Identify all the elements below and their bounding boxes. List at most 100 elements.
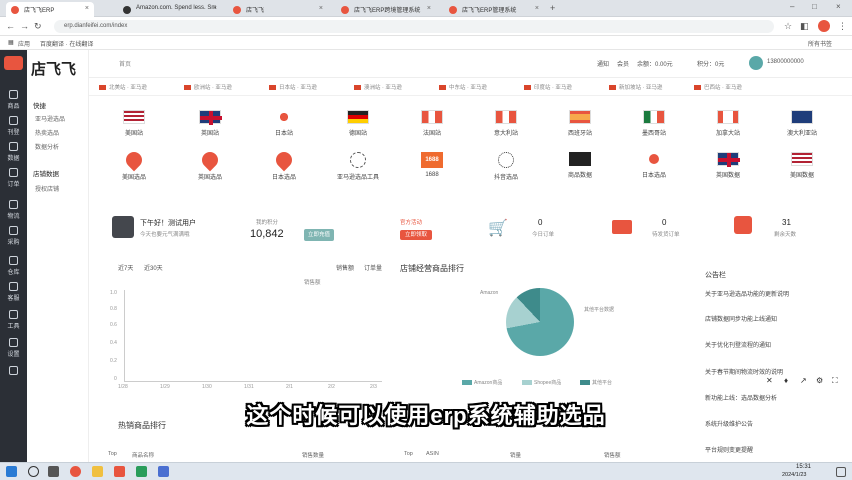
mx-flag-icon xyxy=(643,110,665,124)
header-link[interactable]: 通知 xyxy=(597,59,609,68)
strip-item[interactable]: 北美站 · 亚马逊 xyxy=(99,83,147,91)
announcement-item[interactable]: 平台规则变更提醒 xyxy=(705,445,753,454)
strip-item[interactable]: 新加坡站 · 亚马逊 xyxy=(609,83,662,91)
marketplace-uk[interactable]: 英国站 xyxy=(180,110,240,137)
app-icon[interactable] xyxy=(136,466,147,477)
chart-option[interactable]: 订单量 xyxy=(364,263,382,272)
username[interactable]: 13800000000 xyxy=(767,59,804,65)
close-window-icon[interactable]: × xyxy=(836,2,841,11)
strip-item[interactable]: 日本站 · 亚马逊 xyxy=(269,83,317,91)
marketplace-de[interactable]: 德国站 xyxy=(328,110,388,137)
sidebar-item-extra[interactable]: 设置 xyxy=(0,366,27,386)
tool-item[interactable]: 抖音选品 xyxy=(476,152,536,181)
sidebar-item-logistics[interactable]: 物流 xyxy=(0,200,27,220)
close-tab-icon[interactable]: × xyxy=(319,5,323,12)
menu-dots-icon[interactable]: ⋮ xyxy=(838,21,847,32)
browser-tab[interactable]: 店飞飞ERP跨境管理系统 × xyxy=(336,2,436,17)
star-icon[interactable]: ☆ xyxy=(784,21,792,32)
sidebar-item-warehouse[interactable]: 仓库 xyxy=(0,256,27,276)
pin-icon[interactable]: ♦ xyxy=(784,376,788,385)
browser-tab[interactable]: Amazon.com. Spend less. Sm × xyxy=(118,2,222,17)
close-tab-icon[interactable]: × xyxy=(85,5,89,12)
marketplace-fr[interactable]: 法国站 xyxy=(402,110,462,137)
sidebar-item-purchase[interactable]: 采购 xyxy=(0,226,27,246)
announcement-item[interactable]: 店铺数据同步功能上线通知 xyxy=(705,314,777,323)
tool-item[interactable]: 美国数据 xyxy=(772,152,832,179)
folder-icon[interactable] xyxy=(92,466,103,477)
avatar[interactable] xyxy=(749,56,763,70)
app-icon[interactable] xyxy=(114,466,125,477)
announcement-item[interactable]: 关于亚马逊选品功能的更新说明 xyxy=(705,289,789,298)
profile-avatar[interactable] xyxy=(818,20,830,32)
promo-button[interactable]: 立即领取 xyxy=(400,230,432,240)
reload-icon[interactable]: ↻ xyxy=(34,21,42,32)
tool-item[interactable]: 商品数据 xyxy=(550,152,610,179)
announcement-item[interactable]: 关于春节期间物流时效的说明 xyxy=(705,367,783,376)
back-icon[interactable]: ← xyxy=(6,21,15,31)
notification-icon[interactable] xyxy=(836,467,846,477)
sidebar-item-data[interactable]: 数据 xyxy=(0,142,27,162)
maximize-icon[interactable]: □ xyxy=(812,2,817,11)
marketplace-es[interactable]: 西班牙站 xyxy=(550,110,610,137)
subnav-item[interactable]: 授权店铺 xyxy=(35,184,59,193)
bookmark-item[interactable]: 百度翻译 · 在线翻译 xyxy=(40,39,93,48)
points-text: 积分：0元 xyxy=(697,62,725,68)
tool-item[interactable]: 英国数据 xyxy=(698,152,758,179)
forward-icon[interactable]: → xyxy=(20,21,29,31)
marketplace-mx[interactable]: 墨西哥站 xyxy=(624,110,684,137)
settings-icon[interactable]: ⚙ xyxy=(816,376,823,385)
chart-option[interactable]: 销售额 xyxy=(336,263,354,272)
strip-item[interactable]: 中东站 · 亚马逊 xyxy=(439,83,487,91)
announcement-item[interactable]: 关于优化刊登流程的通知 xyxy=(705,340,771,349)
app-icon[interactable] xyxy=(158,466,169,477)
extensions-icon[interactable]: ◧ xyxy=(800,21,809,32)
chart-tab[interactable]: 近30天 xyxy=(144,263,163,272)
url-field[interactable]: erp.dianfeifei.com/index xyxy=(54,20,774,33)
close-tab-icon[interactable]: × xyxy=(535,5,539,12)
all-bookmarks[interactable]: 所有书签 xyxy=(808,39,832,48)
strip-item[interactable]: 印度站 · 亚马逊 xyxy=(524,83,572,91)
browser-tab[interactable]: 店飞飞ERP管理系统 × xyxy=(444,2,544,17)
translate-icon[interactable]: ✕ xyxy=(766,376,773,385)
strip-item[interactable]: 欧洲站 · 亚马逊 xyxy=(184,83,232,91)
search-icon[interactable] xyxy=(28,466,39,477)
sidebar-item-tools[interactable]: 工具 xyxy=(0,310,27,330)
browser-tab[interactable]: 店飞飞 × xyxy=(228,2,328,17)
sidebar-item-listing[interactable]: 刊登 xyxy=(0,116,27,136)
bookmark-item[interactable]: 应用 xyxy=(18,39,30,48)
sidebar-item-orders[interactable]: 订单 xyxy=(0,168,27,188)
close-tab-icon[interactable]: × xyxy=(213,5,217,12)
browser-icon[interactable] xyxy=(70,466,81,477)
browser-tab[interactable]: 店飞飞ERP × xyxy=(6,2,94,17)
chart-tab[interactable]: 近7天 xyxy=(118,263,133,272)
start-icon[interactable] xyxy=(6,466,17,477)
minimize-icon[interactable]: – xyxy=(790,2,794,11)
subnav-item[interactable]: 亚马逊选品 xyxy=(35,114,65,123)
tool-item[interactable]: 美国选品 xyxy=(104,148,164,181)
new-tab-button[interactable]: + xyxy=(550,3,555,13)
subnav-item[interactable]: 数据分析 xyxy=(35,142,59,151)
apps-icon[interactable]: ▦ xyxy=(8,39,14,46)
marketplace-ca[interactable]: 加拿大站 xyxy=(698,110,758,137)
tool-item[interactable]: 亚马逊选品工具 xyxy=(328,152,388,181)
marketplace-us[interactable]: 美国站 xyxy=(104,110,164,137)
task-view-icon[interactable] xyxy=(48,466,59,477)
tool-item[interactable]: 日本选品 xyxy=(624,152,684,179)
tool-item[interactable]: 日本选品 xyxy=(254,148,314,181)
marketplace-it[interactable]: 意大利站 xyxy=(476,110,536,137)
tool-item[interactable]: 英国选品 xyxy=(180,148,240,181)
recharge-button[interactable]: 立即充值 xyxy=(304,229,334,241)
sidebar-item-settings[interactable]: 设置 xyxy=(0,338,27,358)
subnav-item[interactable]: 热卖选品 xyxy=(35,128,59,137)
sidebar-item-service[interactable]: 客服 xyxy=(0,282,27,302)
fullscreen-icon[interactable]: ⛶ xyxy=(832,376,838,386)
header-link[interactable]: 会员 xyxy=(617,59,629,68)
marketplace-au[interactable]: 澳大利亚站 xyxy=(772,110,832,137)
strip-item[interactable]: 澳洲站 · 亚马逊 xyxy=(354,83,402,91)
share-icon[interactable]: ↗ xyxy=(800,376,807,385)
strip-item[interactable]: 巴西站 · 亚马逊 xyxy=(694,83,742,91)
close-tab-icon[interactable]: × xyxy=(427,5,431,12)
marketplace-jp[interactable]: 日本站 xyxy=(254,110,314,137)
tool-item[interactable]: 1688 1688 xyxy=(402,152,462,178)
sidebar-item-products[interactable]: 商品 xyxy=(0,90,27,110)
